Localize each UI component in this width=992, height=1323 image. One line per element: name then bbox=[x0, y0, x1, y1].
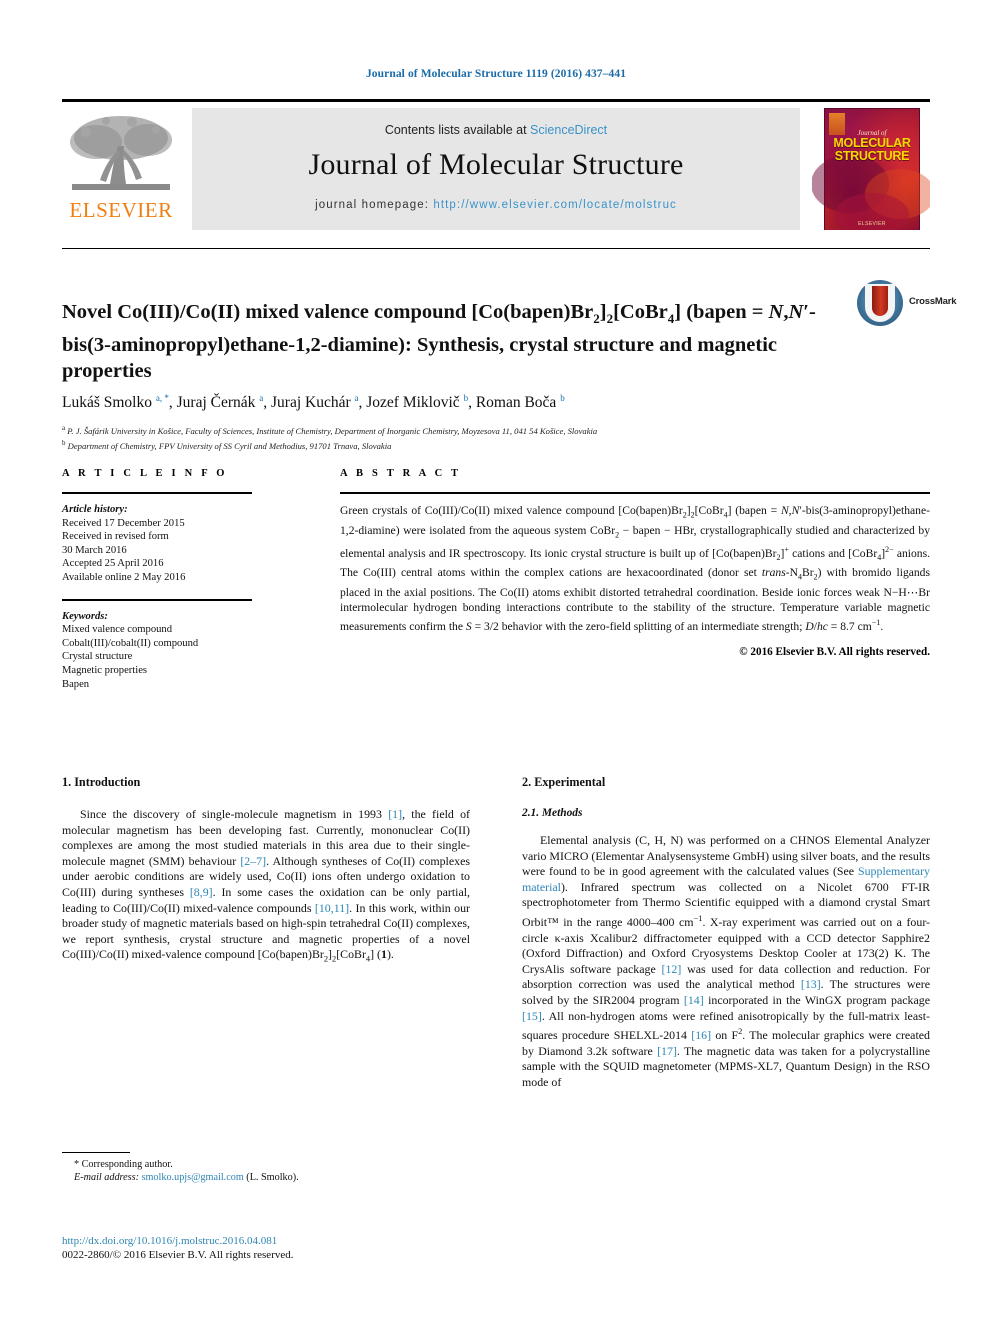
article-history-line: Accepted 25 April 2016 bbox=[62, 558, 164, 570]
article-history-line: 30 March 2016 bbox=[62, 544, 127, 556]
keyword-item: Magnetic properties bbox=[62, 664, 148, 676]
article-history-label: Article history: bbox=[62, 504, 128, 515]
crossmark-label: CrossMark bbox=[909, 296, 957, 307]
keyword-item: Crystal structure bbox=[62, 651, 133, 663]
keyword-item: Mixed valence compound bbox=[62, 624, 173, 636]
methods-paragraph: Elemental analysis (C, H, N) was perform… bbox=[522, 833, 931, 1089]
body-column-right: 2. Experimental 2.1. Methods Elemental a… bbox=[522, 775, 930, 1090]
elsevier-tree-icon bbox=[70, 116, 172, 190]
section-heading-experimental: 2. Experimental bbox=[522, 775, 606, 789]
cover-footer-label: ELSEVIER bbox=[858, 221, 886, 227]
body-column-left: 1. Introduction Since the discovery of s… bbox=[62, 775, 470, 967]
keyword-item: Bapen bbox=[62, 678, 90, 690]
affiliation-b-text: Department of Chemistry, FPV University … bbox=[67, 441, 392, 452]
abstract-heading: A B S T R A C T bbox=[340, 468, 462, 479]
journal-masthead: ELSEVIER Contents lists available at Sci… bbox=[62, 99, 930, 231]
affiliation-b: b Department of Chemistry, FPV Universit… bbox=[62, 439, 392, 452]
journal-homepage-line: journal homepage: http://www.elsevier.co… bbox=[192, 199, 800, 211]
email-suffix: (L. Smolko). bbox=[246, 1172, 299, 1184]
abstract-column: Green crystals of Co(III)/Co(II) mixed v… bbox=[340, 492, 930, 658]
affiliation-a-text: P. J. Šafárik University in Košice, Facu… bbox=[67, 425, 598, 436]
introduction-paragraph: Since the discovery of single-molecule m… bbox=[62, 807, 470, 964]
crossmark-book-icon bbox=[872, 286, 888, 316]
masthead-top-rule bbox=[62, 99, 930, 102]
elsevier-wordmark: ELSEVIER bbox=[69, 198, 173, 222]
keywords-block: Keywords: Mixed valence compound Cobalt(… bbox=[62, 601, 252, 692]
author-list: Lukáš Smolko a, *, Juraj Černák a, Juraj… bbox=[62, 393, 565, 412]
footer-doi-block: http://dx.doi.org/10.1016/j.molstruc.201… bbox=[62, 1234, 562, 1262]
article-history-line: Received in revised form bbox=[62, 531, 169, 543]
email-line: E-mail address: smolko.upjs@gmail.com (L… bbox=[62, 1171, 470, 1184]
homepage-label: journal homepage: bbox=[315, 199, 434, 211]
title-block: CrossMark Novel Co(III)/Co(II) mixed val… bbox=[62, 248, 957, 451]
journal-cover-thumbnail: Journal of MOLECULAR STRUCTURE ELSEVIER bbox=[812, 108, 930, 230]
doi-link[interactable]: http://dx.doi.org/10.1016/j.molstruc.201… bbox=[62, 1234, 562, 1248]
article-info-column: Article history: Received 17 December 20… bbox=[62, 492, 252, 691]
running-head: Journal of Molecular Structure 1119 (201… bbox=[365, 68, 627, 80]
keywords-label: Keywords: bbox=[62, 610, 108, 622]
issn-copyright: 0022-2860/© 2016 Elsevier B.V. All right… bbox=[62, 1249, 294, 1261]
abstract-copyright: © 2016 Elsevier B.V. All rights reserved… bbox=[739, 646, 930, 659]
title-top-rule bbox=[62, 248, 930, 249]
email-link[interactable]: smolko.upjs@gmail.com bbox=[142, 1172, 244, 1183]
journal-title: Journal of Molecular Structure bbox=[308, 148, 684, 181]
masthead-banner: Contents lists available at ScienceDirec… bbox=[192, 108, 800, 230]
crossmark-badge[interactable]: CrossMark bbox=[857, 280, 961, 328]
email-label: E-mail address: bbox=[74, 1172, 139, 1184]
cover-title-line2: STRUCTURE bbox=[834, 149, 910, 163]
cover-title: MOLECULAR STRUCTURE bbox=[825, 137, 919, 163]
journal-cover-art: Journal of MOLECULAR STRUCTURE ELSEVIER bbox=[812, 108, 930, 230]
page-title: Novel Co(III)/Co(II) mixed valence compo… bbox=[62, 300, 816, 382]
corresponding-author-footnote: * Corresponding author. E-mail address: … bbox=[62, 1152, 470, 1185]
crossmark-icon bbox=[857, 280, 903, 326]
affiliation-list: a P. J. Šafárik University in Košice, Fa… bbox=[62, 422, 930, 453]
article-history-line: Available online 2 May 2016 bbox=[62, 571, 186, 583]
article-info-heading: A R T I C L E I N F O bbox=[62, 468, 228, 479]
article-history-block: Article history: Received 17 December 20… bbox=[62, 494, 252, 585]
footnote-rule bbox=[62, 1152, 130, 1153]
subsection-heading-methods: 2.1. Methods bbox=[522, 807, 583, 819]
keyword-item: Cobalt(III)/cobalt(II) compound bbox=[62, 637, 199, 649]
homepage-url-link[interactable]: http://www.elsevier.com/locate/molstruc bbox=[433, 199, 677, 211]
journal-article-page: Journal of Molecular Structure 1119 (201… bbox=[0, 0, 992, 1323]
contents-available-line: Contents lists available at ScienceDirec… bbox=[192, 123, 800, 137]
corresponding-author-line: * Corresponding author. bbox=[74, 1159, 173, 1170]
section-heading-introduction: 1. Introduction bbox=[62, 775, 141, 789]
contents-prefix: Contents lists available at bbox=[384, 123, 531, 137]
sciencedirect-link[interactable]: ScienceDirect bbox=[530, 123, 607, 137]
affiliation-a: a P. J. Šafárik University in Košice, Fa… bbox=[62, 424, 598, 436]
elsevier-logo: ELSEVIER bbox=[62, 108, 180, 230]
article-history-line: Received 17 December 2015 bbox=[62, 517, 185, 529]
abstract-text: Green crystals of Co(III)/Co(II) mixed v… bbox=[340, 504, 931, 634]
